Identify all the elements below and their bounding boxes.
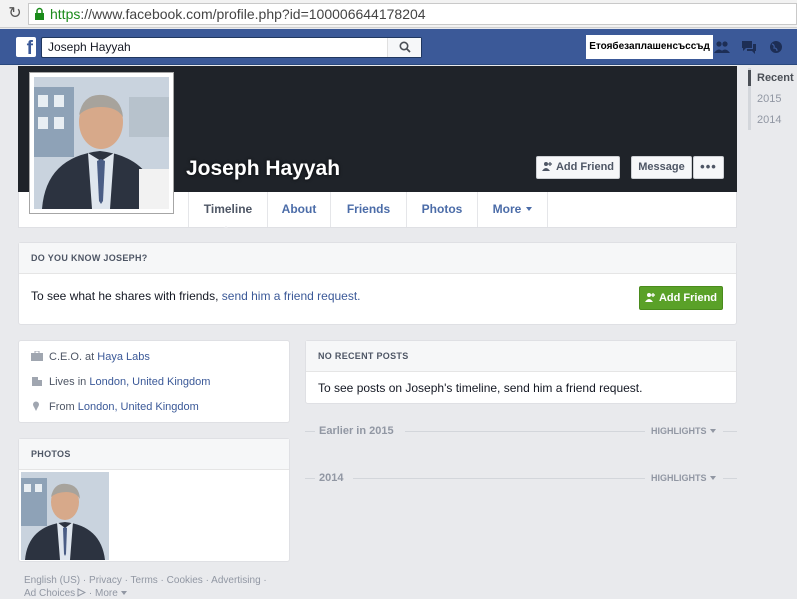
photos-heading: PHOTOS <box>19 439 289 470</box>
facebook-logo[interactable]: f <box>16 37 36 57</box>
friend-requests-icon[interactable] <box>714 40 730 54</box>
chevron-down-icon <box>120 591 127 595</box>
footer-link-advertising[interactable]: Advertising <box>211 575 260 586</box>
chevron-down-icon <box>709 429 716 433</box>
highlights-dropdown[interactable]: HIGHLIGHTS <box>651 426 716 436</box>
profile-picture[interactable] <box>29 72 174 214</box>
photo-thumbnail[interactable] <box>21 472 109 560</box>
add-friend-button[interactable]: Add Friend <box>536 156 620 179</box>
tab-label: Timeline <box>203 202 253 216</box>
more-options-button[interactable]: ••• <box>693 156 724 179</box>
add-friend-label: Add Friend <box>555 161 615 173</box>
url-text: https://www.facebook.com/profile.php?id=… <box>50 6 426 22</box>
footer-link-more[interactable]: More <box>95 588 118 599</box>
message-label: Message <box>638 161 685 173</box>
do-you-know-card: DO YOU KNOW JOSEPH? To see what he share… <box>18 242 737 325</box>
section-divider <box>353 478 645 479</box>
no-recent-posts-text: To see posts on Joseph's timeline, send … <box>318 381 643 395</box>
timeline-year-nav: Recent 2015 2014 <box>748 68 797 132</box>
chevron-down-icon <box>526 207 533 211</box>
facebook-top-bar: f Joseph Hayyah Етоябезаплашенсъссъд <box>0 29 797 65</box>
intro-card: C.E.O. at Haya Labs Lives in London, Uni… <box>18 340 290 423</box>
section-title: Earlier in 2015 <box>319 425 394 437</box>
intro-work: C.E.O. at Haya Labs <box>31 351 150 363</box>
more-options-label: ••• <box>700 159 717 174</box>
from-link[interactable]: London, United Kingdom <box>78 401 199 413</box>
messages-icon[interactable] <box>741 40 757 54</box>
search-input-value: Joseph Hayyah <box>48 40 131 54</box>
footer-link-language[interactable]: English (US) <box>24 575 80 586</box>
tab-label: Photos <box>421 202 463 216</box>
section-divider <box>305 478 315 479</box>
tab-label: Friends <box>346 202 391 216</box>
tab-friends[interactable]: Friends <box>330 192 406 227</box>
intro-lives-in: Lives in London, United Kingdom <box>31 376 210 388</box>
add-friend-icon <box>541 162 552 171</box>
profile-name: Joseph Hayyah <box>186 157 341 180</box>
ad-choices-icon <box>77 588 87 597</box>
section-divider <box>405 431 645 432</box>
reload-icon[interactable]: ↻ <box>6 4 24 22</box>
section-title: 2014 <box>319 472 344 484</box>
intro-from: From London, United Kingdom <box>31 401 199 413</box>
message-button[interactable]: Message <box>631 156 692 179</box>
address-bar[interactable]: https://www.facebook.com/profile.php?id=… <box>28 3 797 25</box>
tab-more[interactable]: More <box>477 192 548 227</box>
footer-link-ad-choices[interactable]: Ad Choices <box>24 588 75 599</box>
tab-label: About <box>281 202 317 216</box>
search-button[interactable] <box>387 38 421 57</box>
add-friend-icon <box>644 293 655 302</box>
briefcase-icon <box>31 351 43 361</box>
profile-photo-image <box>34 77 169 209</box>
section-2014: 2014 HIGHLIGHTS <box>305 472 737 486</box>
lives-in-link[interactable]: London, United Kingdom <box>89 376 210 388</box>
search-input[interactable]: Joseph Hayyah <box>41 37 422 58</box>
notifications-globe-icon[interactable] <box>768 40 784 54</box>
section-divider <box>305 431 315 432</box>
browser-toolbar: ↻ https://www.facebook.com/profile.php?i… <box>0 0 797 28</box>
tab-timeline[interactable]: Timeline <box>188 192 267 227</box>
tab-photos[interactable]: Photos <box>406 192 477 227</box>
do-you-know-text: To see what he shares with friends, send… <box>31 289 361 303</box>
search-icon <box>399 41 411 53</box>
tab-label: More <box>492 202 522 216</box>
year-nav-2014[interactable]: 2014 <box>757 114 781 126</box>
footer-link-privacy[interactable]: Privacy <box>89 575 122 586</box>
no-recent-posts-card: NO RECENT POSTS To see posts on Joseph's… <box>305 340 737 404</box>
no-recent-posts-heading: NO RECENT POSTS <box>306 341 736 372</box>
tab-about[interactable]: About <box>267 192 330 227</box>
chevron-down-icon <box>709 476 716 480</box>
photos-card: PHOTOS <box>18 438 290 562</box>
add-friend-green-label: Add Friend <box>658 292 718 304</box>
footer-links: English (US) · Privacy · Terms · Cookies… <box>24 575 267 599</box>
home-icon <box>32 377 42 386</box>
section-divider <box>723 431 737 432</box>
location-pin-icon <box>33 401 39 411</box>
year-nav-2015[interactable]: 2015 <box>757 93 781 105</box>
send-friend-request-link[interactable]: send him a friend request. <box>222 289 361 303</box>
footer-link-cookies[interactable]: Cookies <box>167 575 203 586</box>
highlights-dropdown[interactable]: HIGHLIGHTS <box>651 473 716 483</box>
year-nav-active-marker <box>748 70 751 86</box>
overlay-label: Етоябезаплашенсъссъд <box>586 35 713 59</box>
work-link[interactable]: Haya Labs <box>97 351 150 363</box>
section-divider <box>723 478 737 479</box>
year-nav-recent[interactable]: Recent <box>757 72 794 84</box>
footer-link-terms[interactable]: Terms <box>131 575 158 586</box>
add-friend-green-button[interactable]: Add Friend <box>639 286 723 310</box>
lock-icon <box>35 7 44 20</box>
tab-active-marker <box>220 226 232 232</box>
section-earlier-2015: Earlier in 2015 HIGHLIGHTS <box>305 425 737 439</box>
do-you-know-heading: DO YOU KNOW JOSEPH? <box>19 243 736 274</box>
